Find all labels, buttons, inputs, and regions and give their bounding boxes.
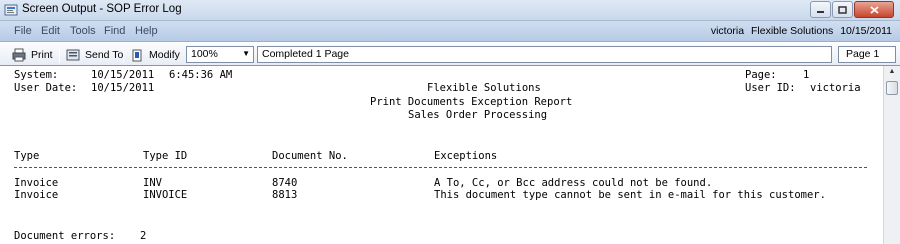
user-id-label: User ID: (745, 82, 796, 94)
system-time: 6:45:36 AM (169, 69, 233, 81)
app-icon (4, 4, 18, 16)
user-id: victoria (810, 82, 861, 94)
system-label: System: (14, 69, 59, 81)
scroll-up-arrow-icon[interactable]: ▲ (884, 68, 900, 80)
maximize-button[interactable] (832, 1, 853, 18)
menu-edit[interactable]: Edit (41, 25, 60, 37)
report-view: System: 10/15/2011 6:45:36 AM Page: 1 Us… (0, 66, 883, 244)
window-title: Screen Output - SOP Error Log (22, 3, 182, 15)
company-name: Flexible Solutions (427, 82, 541, 94)
toolbar-separator (59, 47, 60, 63)
send-to-button[interactable]: Send To (66, 47, 123, 63)
menu-file[interactable]: File (14, 25, 32, 37)
toolbar: Print Send To Modify 100% ▼ Completed 1 … (0, 42, 900, 66)
vertical-scrollbar[interactable]: ▲ (883, 66, 900, 244)
row-type: Invoice (14, 177, 59, 189)
toolbar-separator (123, 47, 124, 63)
modify-button[interactable]: Modify (130, 47, 180, 63)
page-label: Page: (745, 69, 777, 81)
page-indicator-text: Page 1 (846, 48, 880, 60)
send-icon (66, 49, 80, 61)
column-header-type: Type (14, 150, 40, 162)
report-subtitle: Sales Order Processing (408, 109, 548, 121)
dropdown-arrow-icon: ▼ (242, 49, 250, 58)
session-company: Flexible Solutions (751, 25, 834, 37)
system-date: 10/15/2011 (91, 69, 155, 81)
row-document-no: 8813 (272, 189, 298, 201)
menu-help[interactable]: Help (135, 25, 158, 37)
report-title: Print Documents Exception Report (370, 96, 573, 108)
modify-label: Modify (149, 49, 180, 61)
column-header-type-id: Type ID (143, 150, 188, 162)
close-icon (869, 5, 879, 14)
row-document-no: 8740 (272, 177, 298, 189)
column-header-document-no: Document No. (272, 150, 348, 162)
session-info: victoria Flexible Solutions 10/15/2011 (707, 25, 892, 37)
user-date-label: User Date: (14, 82, 78, 94)
send-to-label: Send To (85, 49, 124, 61)
minimize-button[interactable] (810, 1, 831, 18)
maximize-icon (838, 5, 847, 14)
document-errors-count: 2 (140, 230, 147, 242)
row-exception: A To, Cc, or Bcc address could not be fo… (434, 177, 713, 189)
page-indicator: Page 1 (838, 46, 896, 63)
column-header-exceptions: Exceptions (434, 150, 498, 162)
title-bar: Screen Output - SOP Error Log (0, 0, 900, 21)
print-button[interactable]: Print (12, 47, 53, 63)
printer-icon (12, 48, 26, 62)
status-field: Completed 1 Page (257, 46, 832, 63)
user-date: 10/15/2011 (91, 82, 155, 94)
menu-find[interactable]: Find (104, 25, 125, 37)
window-controls (809, 1, 894, 18)
session-user: victoria (710, 25, 745, 37)
menu-bar: File Edit Tools Find Help victoria Flexi… (0, 21, 900, 42)
document-errors-label: Document errors: (14, 230, 116, 242)
menu-tools[interactable]: Tools (70, 25, 96, 37)
page-number: 1 (803, 69, 810, 81)
minimize-icon (817, 10, 824, 13)
modify-icon (132, 49, 142, 62)
zoom-value: 100% (191, 48, 218, 60)
session-date: 10/15/2011 (840, 25, 892, 37)
row-type-id: INV (143, 177, 162, 189)
scrollbar-thumb[interactable] (886, 81, 898, 95)
row-exception: This document type cannot be sent in e-m… (434, 189, 826, 201)
status-text: Completed 1 Page (262, 48, 349, 60)
print-label: Print (31, 49, 53, 61)
row-type-id: INVOICE (143, 189, 188, 201)
close-button[interactable] (854, 1, 894, 18)
header-divider (14, 167, 867, 168)
row-type: Invoice (14, 189, 59, 201)
zoom-select[interactable]: 100% ▼ (186, 46, 254, 63)
